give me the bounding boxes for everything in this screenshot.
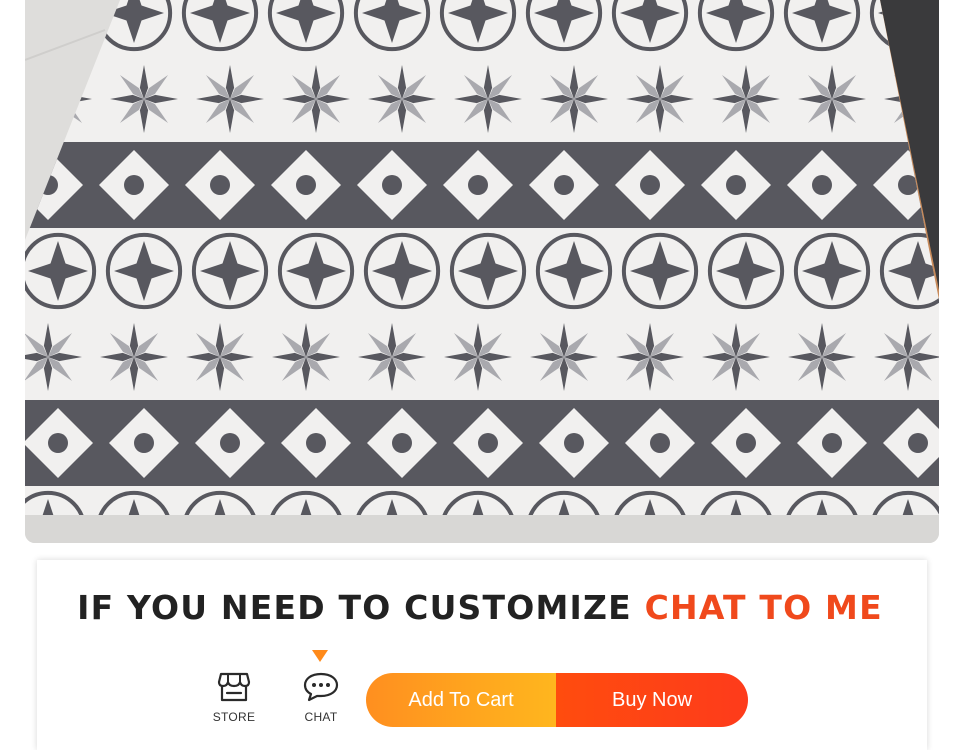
store-label: STORE [212, 710, 256, 724]
product-image [25, 0, 939, 543]
headline-accent: CHAT TO ME [644, 588, 883, 627]
chat-label: CHAT [304, 710, 338, 724]
rug-pattern [25, 0, 939, 543]
store-button[interactable]: STORE [202, 672, 266, 728]
headline-main: IF YOU NEED TO CUSTOMIZE [77, 588, 632, 627]
chat-icon [303, 672, 339, 702]
rug-surface [25, 0, 939, 515]
store-icon [217, 672, 251, 702]
buy-now-button[interactable]: Buy Now [556, 673, 748, 727]
add-to-cart-button[interactable]: Add To Cart [366, 673, 556, 727]
customize-headline: IF YOU NEED TO CUSTOMIZE CHAT TO ME [0, 588, 960, 627]
chat-button[interactable]: CHAT [289, 672, 353, 728]
chat-pointer-arrow [312, 650, 328, 662]
